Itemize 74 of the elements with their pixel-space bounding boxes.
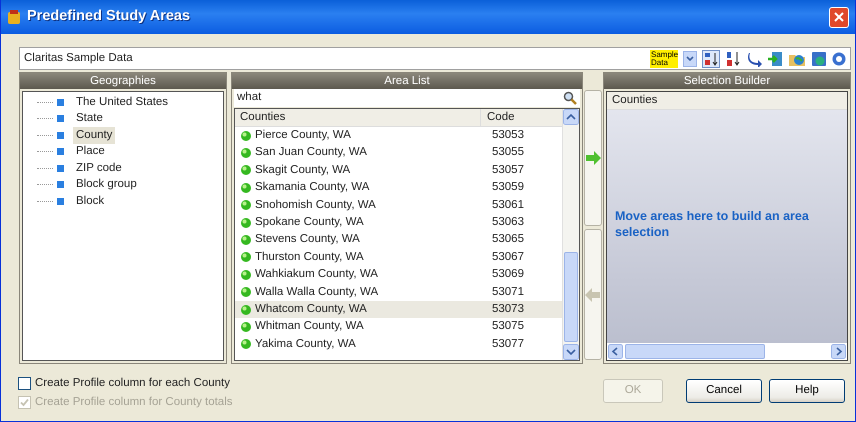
status-dot-icon [241,339,251,350]
tree-item[interactable]: Block [73,192,108,210]
column-header[interactable]: Code [481,109,514,126]
search-icon[interactable] [563,91,577,105]
sort-descending-icon[interactable] [725,50,741,68]
tree-node-icon [57,164,64,172]
tree-node-icon [57,132,64,139]
status-dot-icon [241,270,251,280]
status-dot-icon [241,130,251,141]
checkbox-label[interactable]: Create Profile column for each County [35,374,230,392]
status-dot-icon [241,287,251,298]
status-dot-icon [241,304,251,315]
list-row[interactable]: Stevens County, WA 53065 [235,231,562,249]
status-dot-icon [241,322,251,332]
search-field[interactable]: what [234,89,580,107]
right-arrow-icon [585,151,601,165]
tree-node-icon [57,115,64,122]
status-dot-icon [241,182,251,193]
sample-data-badge: Sample Data [650,50,678,68]
panel-header: Selection Builder [604,73,850,89]
tree-item[interactable]: Block group [73,176,140,194]
status-dot-icon [241,165,251,176]
hint-text: Move areas here to build an area selection [614,208,810,240]
list-row[interactable]: Whitman County, WA 53075 [235,318,562,336]
data-source-field[interactable]: Claritas Sample Data Sample Data [19,47,851,70]
list-row[interactable]: Skamania County, WA 53059 [235,179,562,197]
scroll-down-icon[interactable] [563,344,579,360]
column-header[interactable]: Counties [235,109,481,126]
list-row[interactable]: Yakima County, WA 53077 [235,336,562,354]
sort-ascending-icon[interactable] [702,50,720,68]
tree-item[interactable]: ZIP code [73,160,125,177]
dropdown-caret-icon[interactable] [683,50,697,66]
tree-item[interactable]: County [73,126,116,144]
app-icon [7,9,21,25]
list-row[interactable]: Pierce County, WA 53053 [235,127,562,144]
close-icon [834,12,844,22]
checkbox[interactable] [18,377,31,390]
status-dot-icon [241,148,251,158]
close-button[interactable] [829,6,849,28]
dialog-button[interactable]: Cancel [686,379,762,403]
list-row[interactable]: Walla Walla County, WA 53071 [235,284,562,301]
tree-item[interactable]: Place [73,143,108,160]
check-icon [20,398,29,407]
status-dot-icon [241,235,251,246]
list-row[interactable]: Thurston County, WA 53067 [235,248,562,266]
scroll-right-icon[interactable] [831,344,846,359]
list-row[interactable]: Wahkiakum County, WA 53069 [235,266,562,284]
tree-node-icon [57,181,64,188]
list-row[interactable]: Skagit County, WA 53057 [235,162,562,180]
list-row[interactable]: Whatcom County, WA 53073 [235,300,562,318]
tree-node-icon [57,198,64,205]
export-icon[interactable] [767,50,783,66]
scroll-up-icon[interactable] [563,109,579,125]
left-arrow-icon [585,288,601,302]
scroll-thumb[interactable] [625,344,765,359]
status-dot-icon [241,200,251,210]
list-row[interactable]: San Juan County, WA 53055 [235,144,562,162]
scroll-thumb[interactable] [564,252,578,342]
tree-item[interactable]: The United States [73,94,172,111]
vertical-scrollbar[interactable] [562,109,579,360]
panel-header: Geographies [20,73,226,89]
panel-header: Area List [232,73,582,89]
window-title: Predefined Study Areas [27,7,190,26]
list-row[interactable]: Spokane County, WA 53063 [235,214,562,232]
tree-node-icon [57,98,64,106]
curved-arrow-icon[interactable] [746,50,762,66]
list-row[interactable]: Snohomish County, WA 53061 [235,196,562,214]
horizontal-scrollbar[interactable] [607,343,847,360]
status-dot-icon [241,252,251,262]
tree-item[interactable]: State [73,110,106,128]
tree-node-icon [57,148,64,156]
dialog-button[interactable]: Help [769,379,845,403]
status-dot-icon [241,218,251,228]
scroll-left-icon[interactable] [608,344,623,359]
